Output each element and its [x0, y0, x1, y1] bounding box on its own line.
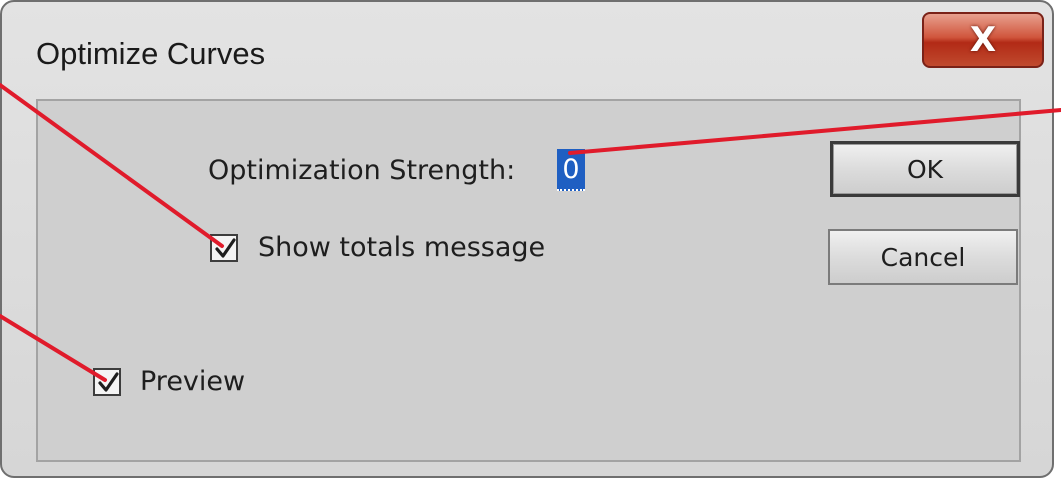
ok-button[interactable]: OK [830, 141, 1020, 197]
optimization-strength-label: Optimization Strength: [208, 155, 516, 186]
show-totals-checkbox[interactable] [210, 234, 238, 262]
close-icon: X [969, 20, 997, 60]
preview-checkbox[interactable] [93, 368, 121, 396]
dialog-title: Optimize Curves [36, 36, 266, 71]
checkmark-icon [98, 372, 119, 392]
preview-label[interactable]: Preview [140, 366, 245, 397]
show-totals-label[interactable]: Show totals message [258, 232, 545, 263]
close-button[interactable]: X [922, 12, 1044, 68]
checkmark-icon [215, 238, 236, 258]
optimization-strength-input[interactable]: 0 [557, 149, 585, 191]
screenshot-stage: Optimize Curves X Optimization Strength:… [0, 0, 1061, 480]
cancel-button[interactable]: Cancel [828, 229, 1018, 285]
